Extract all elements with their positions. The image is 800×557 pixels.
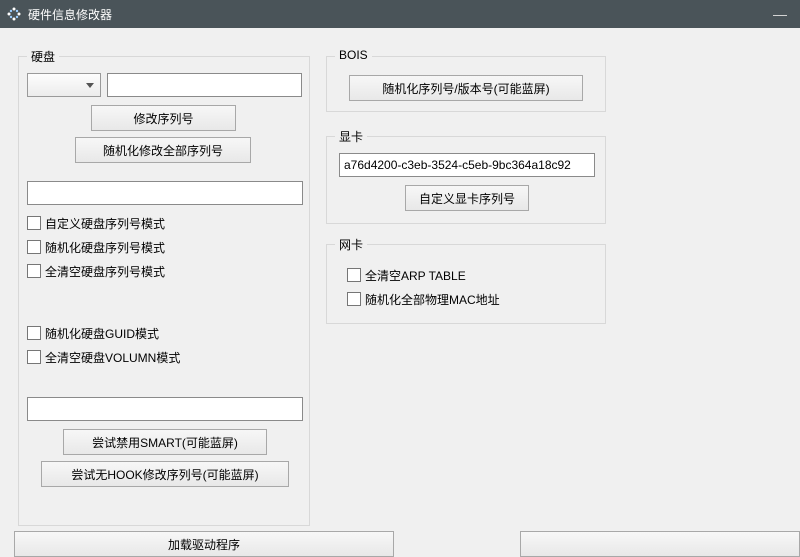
clear-arp-checkbox[interactable]: 全清空ARP TABLE <box>347 265 466 285</box>
titlebar: 硬件信息修改器 — <box>0 0 800 28</box>
disk-group: 硬盘 修改序列号 随机化修改全部序列号 自定义硬盘序列号模式 随机化硬盘序列号模… <box>18 56 310 526</box>
checkbox-icon <box>347 292 361 306</box>
random-guid-mode-label: 随机化硬盘GUID模式 <box>45 325 159 342</box>
checkbox-icon <box>347 268 361 282</box>
gpu-group: 显卡 自定义显卡序列号 <box>326 136 606 224</box>
random-all-serial-button[interactable]: 随机化修改全部序列号 <box>75 137 251 163</box>
custom-serial-mode-label: 自定义硬盘序列号模式 <box>45 215 165 232</box>
checkbox-icon <box>27 240 41 254</box>
load-driver-button[interactable]: 加载驱动程序 <box>14 531 394 557</box>
disk-group-label: 硬盘 <box>27 48 59 65</box>
random-serial-mode-checkbox[interactable]: 随机化硬盘序列号模式 <box>27 237 165 257</box>
checkbox-icon <box>27 264 41 278</box>
nic-group: 网卡 全清空ARP TABLE 随机化全部物理MAC地址 <box>326 244 606 324</box>
random-mac-label: 随机化全部物理MAC地址 <box>365 291 500 308</box>
bottom-right-button[interactable] <box>520 531 800 557</box>
random-mac-checkbox[interactable]: 随机化全部物理MAC地址 <box>347 289 500 309</box>
custom-serial-mode-checkbox[interactable]: 自定义硬盘序列号模式 <box>27 213 165 233</box>
window-title: 硬件信息修改器 <box>28 6 766 23</box>
gpu-group-label: 显卡 <box>335 128 367 145</box>
bios-random-button[interactable]: 随机化序列号/版本号(可能蓝屏) <box>349 75 583 101</box>
gpu-custom-serial-button[interactable]: 自定义显卡序列号 <box>405 185 529 211</box>
bios-group-label: BOIS <box>335 48 372 62</box>
checkbox-icon <box>27 326 41 340</box>
clear-volumn-mode-checkbox[interactable]: 全清空硬盘VOLUMN模式 <box>27 347 180 367</box>
clear-serial-mode-label: 全清空硬盘序列号模式 <box>45 263 165 280</box>
random-serial-mode-label: 随机化硬盘序列号模式 <box>45 239 165 256</box>
disk-text2[interactable] <box>27 397 303 421</box>
checkbox-icon <box>27 216 41 230</box>
modify-serial-button[interactable]: 修改序列号 <box>91 105 236 131</box>
client-area: 硬盘 修改序列号 随机化修改全部序列号 自定义硬盘序列号模式 随机化硬盘序列号模… <box>0 28 800 544</box>
random-guid-mode-checkbox[interactable]: 随机化硬盘GUID模式 <box>27 323 159 343</box>
checkbox-icon <box>27 350 41 364</box>
clear-serial-mode-checkbox[interactable]: 全清空硬盘序列号模式 <box>27 261 165 281</box>
disk-serial-input[interactable] <box>107 73 302 97</box>
disk-select[interactable] <box>27 73 101 97</box>
bios-group: BOIS 随机化序列号/版本号(可能蓝屏) <box>326 56 606 112</box>
app-icon <box>6 6 22 22</box>
disable-smart-button[interactable]: 尝试禁用SMART(可能蓝屏) <box>63 429 267 455</box>
nic-group-label: 网卡 <box>335 236 367 253</box>
disk-text1[interactable] <box>27 181 303 205</box>
nohook-serial-button[interactable]: 尝试无HOOK修改序列号(可能蓝屏) <box>41 461 289 487</box>
clear-volumn-mode-label: 全清空硬盘VOLUMN模式 <box>45 349 180 366</box>
clear-arp-label: 全清空ARP TABLE <box>365 267 466 284</box>
minimize-button[interactable]: — <box>766 6 794 22</box>
gpu-serial-input[interactable] <box>339 153 595 177</box>
